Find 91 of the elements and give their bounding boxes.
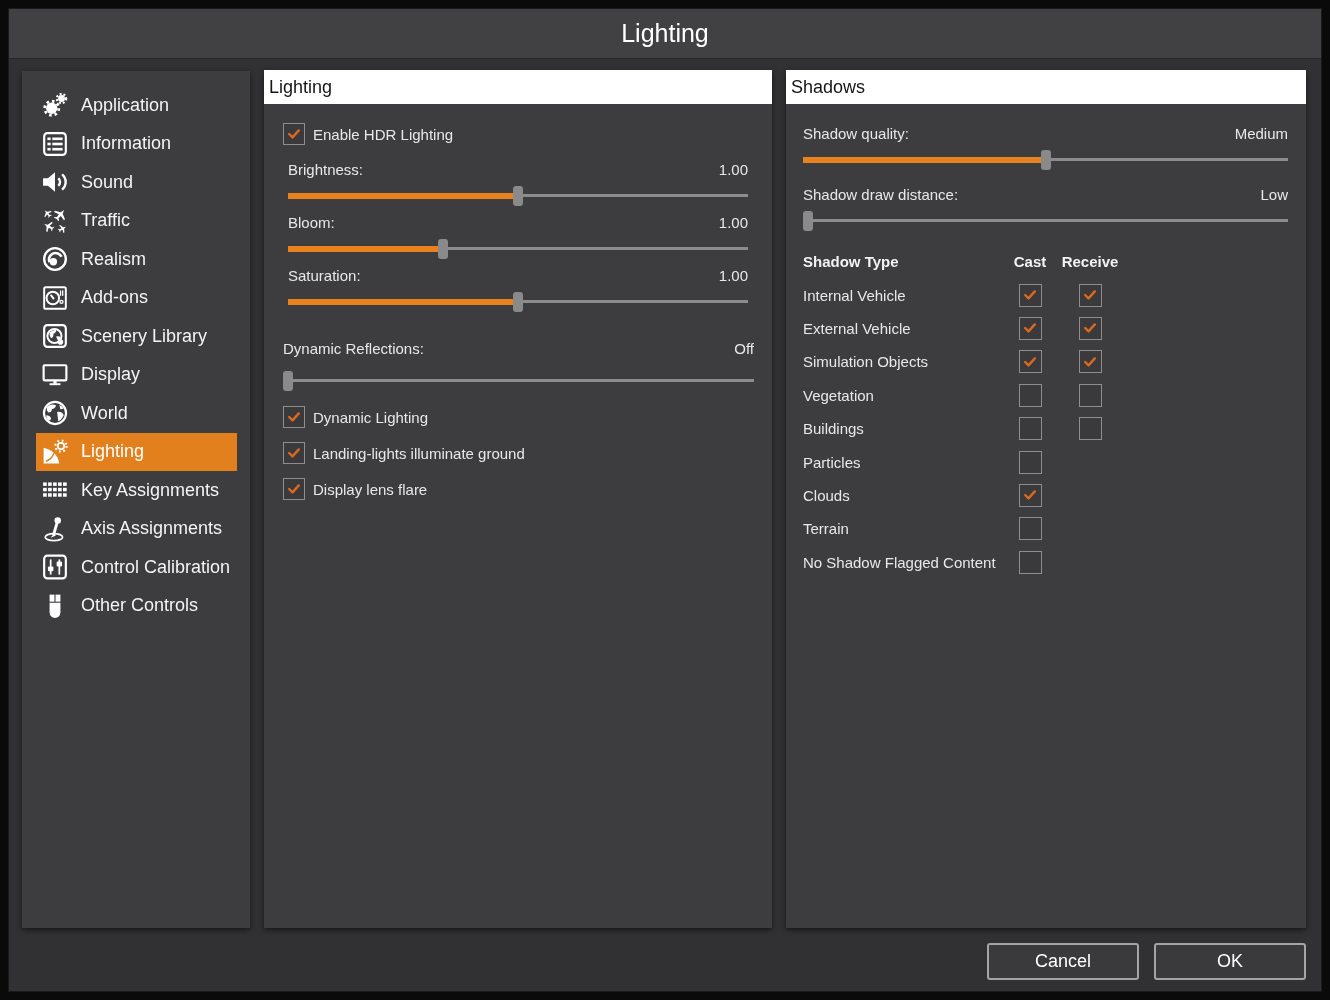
gears-icon xyxy=(42,92,68,119)
dialog-button[interactable]: OK xyxy=(1154,943,1306,980)
slider-thumb[interactable] xyxy=(513,291,523,312)
airplanes-icon xyxy=(42,207,68,234)
row-label: External Vehicle xyxy=(803,319,912,337)
list-icon xyxy=(42,130,68,157)
checkbox-label: Enable HDR Lighting xyxy=(313,125,454,143)
slider-label: Shadow draw distance: xyxy=(803,185,959,205)
checkbox[interactable] xyxy=(1018,517,1042,541)
check-icon xyxy=(1024,290,1036,301)
monitor-icon xyxy=(42,361,68,388)
slider-value: 1.00 xyxy=(718,266,748,286)
window-title: Lighting xyxy=(621,19,709,48)
checkbox[interactable] xyxy=(1018,550,1042,574)
checkbox[interactable] xyxy=(1078,417,1102,441)
globe-icon xyxy=(42,323,68,350)
check-icon xyxy=(288,412,300,422)
checkbox[interactable] xyxy=(1018,450,1042,474)
checkbox[interactable] xyxy=(1078,383,1102,407)
column-header: Receive xyxy=(1060,253,1120,271)
sidebar-item[interactable]: Axis Assignments xyxy=(36,509,237,548)
slider-value: Low xyxy=(1260,185,1288,205)
row-label: Buildings xyxy=(803,420,865,438)
checkbox[interactable] xyxy=(1018,483,1042,507)
row-label: No Shadow Flagged Content xyxy=(803,553,997,571)
checkbox[interactable] xyxy=(283,406,305,428)
checkbox-label: Dynamic Lighting xyxy=(313,408,429,426)
row-label: Particles xyxy=(803,453,862,471)
sidebar-item[interactable]: World xyxy=(36,394,237,433)
checkbox-label: Landing-lights illuminate ground xyxy=(313,444,525,462)
slider-label: Shadow quality: xyxy=(803,124,909,144)
check-icon xyxy=(288,129,300,139)
panel-title: Lighting xyxy=(264,70,772,104)
sidebar-item[interactable]: Key Assignments xyxy=(36,471,237,510)
sidebar-item[interactable]: Scenery Library xyxy=(36,317,237,356)
column-header: Cast xyxy=(1012,253,1048,271)
checkbox[interactable] xyxy=(1078,283,1102,307)
slider-label: Saturation: xyxy=(288,266,361,286)
checkbox[interactable] xyxy=(1078,316,1102,340)
slider-label: Bloom: xyxy=(288,213,335,233)
sidebar-item[interactable]: Information xyxy=(36,124,237,163)
sidebar-item[interactable]: Add-ons xyxy=(36,278,237,317)
check-icon xyxy=(1024,356,1036,367)
slider-thumb[interactable] xyxy=(437,238,448,259)
row-label: Simulation Objects xyxy=(803,353,930,371)
checkbox-label: Display lens flare xyxy=(313,480,428,498)
check-icon xyxy=(1084,356,1096,367)
row-label: Terrain xyxy=(803,520,850,538)
sidebar-item[interactable]: Control Calibration xyxy=(36,548,237,587)
dialog-button[interactable]: Cancel xyxy=(987,943,1139,980)
sliders-icon xyxy=(42,554,68,581)
checkbox[interactable] xyxy=(1018,283,1042,307)
row-label: Clouds xyxy=(803,486,851,504)
globe-icon xyxy=(42,400,68,427)
checkbox[interactable] xyxy=(1018,417,1042,441)
checkbox[interactable] xyxy=(1078,350,1102,374)
sidebar-item[interactable]: Traffic xyxy=(36,201,237,240)
check-icon xyxy=(288,448,300,458)
row-label: Vegetation xyxy=(803,386,875,404)
check-icon xyxy=(1084,290,1096,301)
sidebar-item[interactable]: Sound xyxy=(36,163,237,202)
slider-value: Medium xyxy=(1234,124,1288,144)
column-header: Shadow Type xyxy=(803,253,900,271)
slider-label: Dynamic Reflections: xyxy=(283,339,424,359)
check-icon xyxy=(1084,323,1096,334)
checkbox[interactable] xyxy=(283,123,305,145)
swirl-icon xyxy=(42,246,68,273)
sidebar-item[interactable]: Application xyxy=(36,86,237,125)
sidebar-item[interactable]: Other Controls xyxy=(36,586,237,625)
slider-label: Brightness: xyxy=(288,160,364,180)
sidebar-item[interactable]: Display xyxy=(36,355,237,394)
dial-icon xyxy=(42,284,68,311)
slider-thumb[interactable] xyxy=(513,185,523,206)
slider-value: 1.00 xyxy=(718,213,748,233)
sidebar-item[interactable]: Realism xyxy=(36,240,237,279)
checkbox[interactable] xyxy=(1018,316,1042,340)
panel-title: Shadows xyxy=(786,70,1306,104)
check-icon xyxy=(1024,323,1036,334)
checkbox[interactable] xyxy=(1018,383,1042,407)
row-label: Internal Vehicle xyxy=(803,286,907,304)
check-icon xyxy=(288,484,300,494)
slider-thumb[interactable] xyxy=(803,210,813,231)
dish-sun-icon xyxy=(42,438,68,465)
slider-thumb[interactable] xyxy=(1040,149,1051,170)
check-icon xyxy=(1024,490,1036,501)
checkbox[interactable] xyxy=(283,442,305,464)
checkbox[interactable] xyxy=(1018,350,1042,374)
slider-value: Off xyxy=(734,339,754,359)
slider-thumb[interactable] xyxy=(283,370,293,391)
checkbox[interactable] xyxy=(283,478,305,500)
slider-value: 1.00 xyxy=(718,160,748,180)
